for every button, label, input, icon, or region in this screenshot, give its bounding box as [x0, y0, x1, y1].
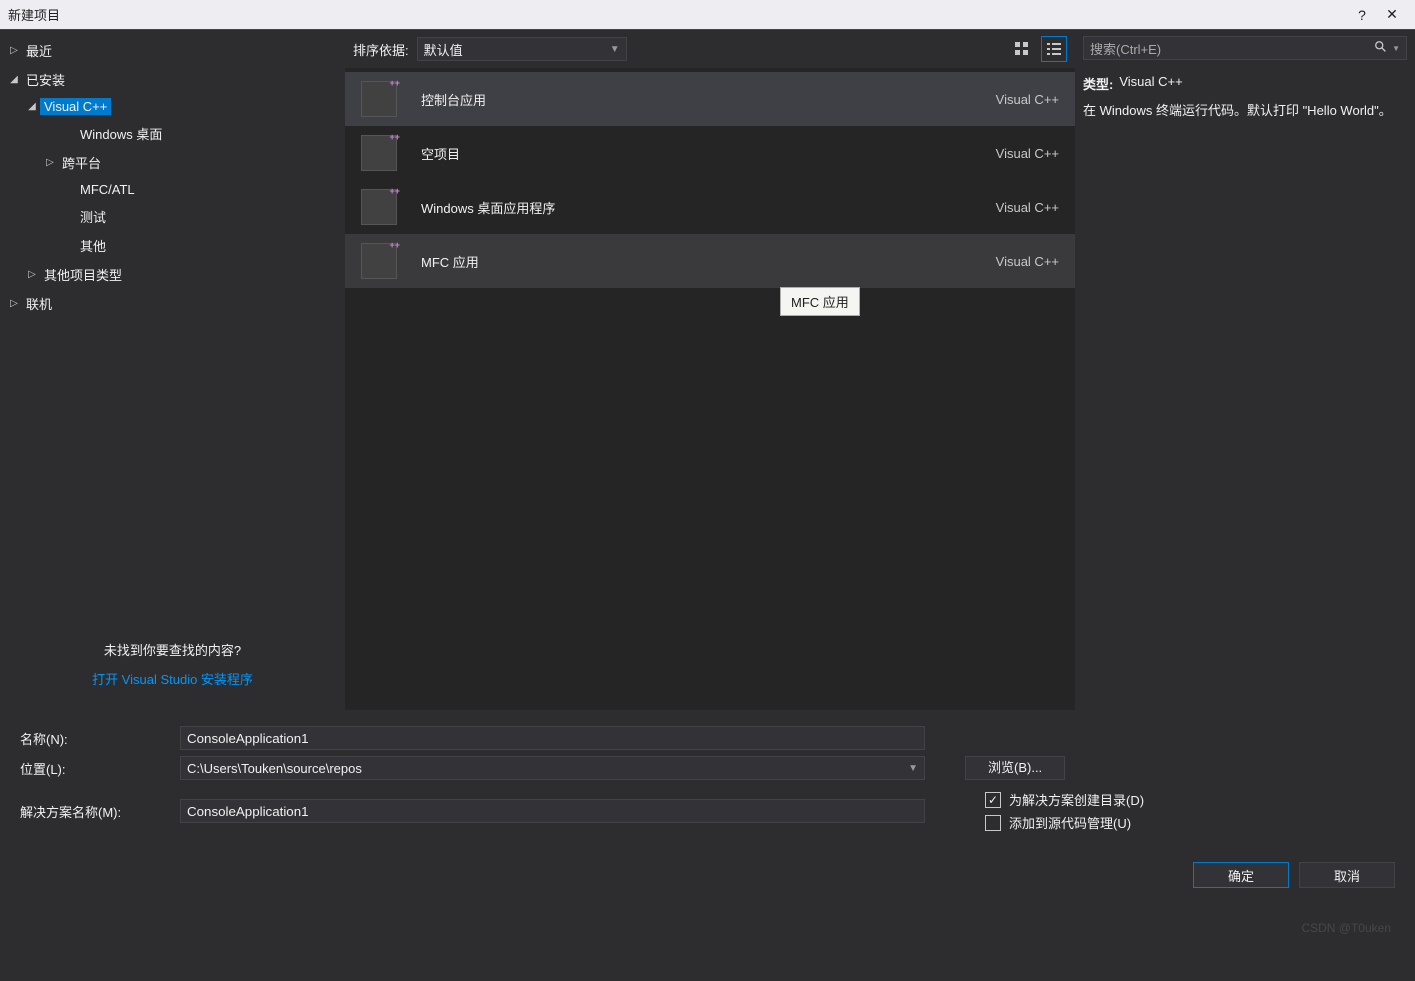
- mfc-app-icon: [361, 243, 397, 279]
- title-bar: 新建项目 ? ✕: [0, 0, 1415, 30]
- search-placeholder: 搜索(Ctrl+E): [1090, 39, 1374, 58]
- search-input[interactable]: 搜索(Ctrl+E) ▼: [1083, 36, 1407, 60]
- tree-item-other[interactable]: ▷其他: [0, 231, 345, 260]
- tree-item-online[interactable]: ▷联机: [0, 289, 345, 318]
- create-dir-label: 为解决方案创建目录(D): [1009, 790, 1144, 809]
- add-scc-label: 添加到源代码管理(U): [1009, 813, 1131, 832]
- windows-app-icon: [361, 189, 397, 225]
- checkbox-checked-icon: ✓: [985, 792, 1001, 808]
- grid-icon: [1015, 42, 1029, 56]
- watermark: CSDN @T0uken: [1301, 921, 1391, 935]
- template-name: MFC 应用: [421, 252, 996, 271]
- category-tree: ▷最近 ◢已安装 ◢Visual C++ ▷Windows 桌面 ▷跨平台 ▷M…: [0, 36, 345, 630]
- console-app-icon: [361, 81, 397, 117]
- template-list: 控制台应用 Visual C++ 空项目 Visual C++ Windows …: [345, 68, 1075, 288]
- ok-button[interactable]: 确定: [1193, 862, 1289, 888]
- template-item-empty[interactable]: 空项目 Visual C++: [345, 126, 1075, 180]
- sidebar-footer: 未找到你要查找的内容? 打开 Visual Studio 安装程序: [0, 630, 345, 704]
- solution-name-label: 解决方案名称(M):: [20, 802, 170, 821]
- tree-item-test[interactable]: ▷测试: [0, 202, 345, 231]
- chevron-down-icon: ▼: [610, 44, 620, 55]
- template-lang: Visual C++: [996, 200, 1059, 215]
- sort-label: 排序依据:: [353, 40, 409, 59]
- sort-dropdown[interactable]: 默认值 ▼: [417, 37, 627, 61]
- notfound-text: 未找到你要查找的内容?: [4, 640, 341, 659]
- template-name: Windows 桌面应用程序: [421, 198, 996, 217]
- template-item-mfc[interactable]: MFC 应用 Visual C++: [345, 234, 1075, 288]
- detail-description: 在 Windows 终端运行代码。默认打印 "Hello World"。: [1083, 101, 1407, 121]
- location-input[interactable]: C:\Users\Touken\source\repos ▼: [180, 756, 925, 780]
- template-name: 空项目: [421, 144, 996, 163]
- type-label: 类型:: [1083, 74, 1113, 93]
- chevron-down-icon: ▼: [908, 763, 918, 774]
- template-lang: Visual C++: [996, 254, 1059, 269]
- dialog-buttons: 确定 取消: [0, 852, 1415, 902]
- browse-button[interactable]: 浏览(B)...: [965, 756, 1065, 780]
- grid-view-button[interactable]: [1009, 36, 1035, 62]
- name-label: 名称(N):: [20, 729, 170, 748]
- location-value: C:\Users\Touken\source\repos: [187, 761, 362, 776]
- template-lang: Visual C++: [996, 146, 1059, 161]
- type-value: Visual C++: [1119, 74, 1182, 93]
- detail-panel: 搜索(Ctrl+E) ▼ 类型: Visual C++ 在 Windows 终端…: [1075, 30, 1415, 710]
- form-area: 名称(N): 位置(L): C:\Users\Touken\source\rep…: [0, 710, 1415, 852]
- template-item-winapp[interactable]: Windows 桌面应用程序 Visual C++: [345, 180, 1075, 234]
- create-dir-checkbox-row[interactable]: ✓ 为解决方案创建目录(D): [985, 790, 1144, 809]
- cancel-button[interactable]: 取消: [1299, 862, 1395, 888]
- tree-item-installed[interactable]: ◢已安装: [0, 65, 345, 94]
- sidebar: ▷最近 ◢已安装 ◢Visual C++ ▷Windows 桌面 ▷跨平台 ▷M…: [0, 30, 345, 710]
- solution-name-input[interactable]: [180, 799, 925, 823]
- template-name: 控制台应用: [421, 90, 996, 109]
- detail-type-row: 类型: Visual C++: [1083, 74, 1407, 93]
- window-title: 新建项目: [8, 5, 1347, 24]
- tooltip: MFC 应用: [780, 287, 860, 316]
- chevron-down-icon[interactable]: ▼: [1392, 44, 1400, 53]
- tree-item-other-project-types[interactable]: ▷其他项目类型: [0, 260, 345, 289]
- installer-link[interactable]: 打开 Visual Studio 安装程序: [4, 669, 341, 688]
- empty-project-icon: [361, 135, 397, 171]
- toolbar: 排序依据: 默认值 ▼: [345, 30, 1075, 68]
- tree-item-crossplatform[interactable]: ▷跨平台: [0, 148, 345, 177]
- tree-item-recent[interactable]: ▷最近: [0, 36, 345, 65]
- name-input[interactable]: [180, 726, 925, 750]
- list-icon: [1047, 42, 1061, 56]
- tree-item-visualcpp[interactable]: ◢Visual C++: [0, 94, 345, 119]
- template-lang: Visual C++: [996, 92, 1059, 107]
- tree-item-windows-desktop[interactable]: ▷Windows 桌面: [0, 119, 345, 148]
- center-panel: 排序依据: 默认值 ▼ 控制台应用 Visual C++ 空项目 Vis: [345, 30, 1075, 710]
- add-scc-checkbox-row[interactable]: 添加到源代码管理(U): [985, 813, 1144, 832]
- checkbox-unchecked-icon: [985, 815, 1001, 831]
- search-options-icon[interactable]: [1374, 40, 1388, 57]
- template-item-console[interactable]: 控制台应用 Visual C++: [345, 72, 1075, 126]
- location-label: 位置(L):: [20, 759, 170, 778]
- list-view-button[interactable]: [1041, 36, 1067, 62]
- close-icon[interactable]: ✕: [1377, 6, 1407, 23]
- tree-item-mfcatl[interactable]: ▷MFC/ATL: [0, 177, 345, 202]
- help-icon[interactable]: ?: [1347, 7, 1377, 23]
- sort-value: 默认值: [424, 40, 463, 59]
